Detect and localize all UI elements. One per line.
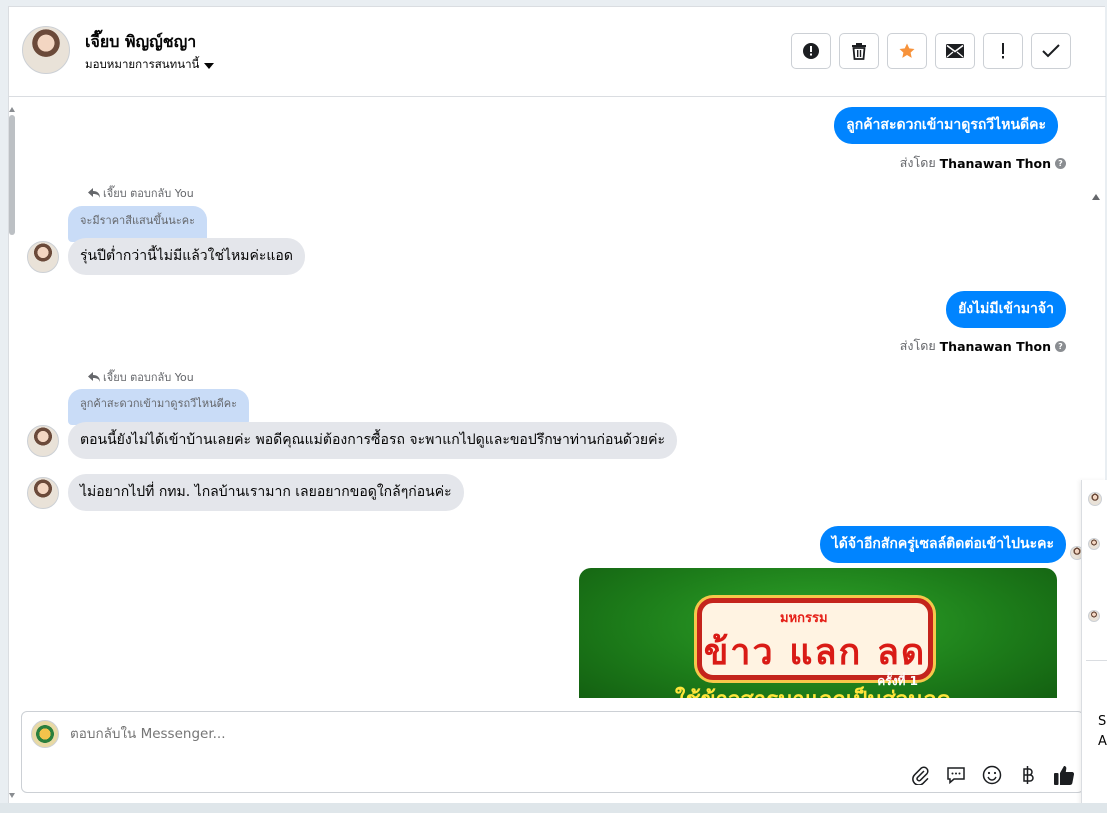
outgoing-message[interactable]: ได้จ้าอีกสักครู่เซลล์ติดต่อเข้าไปนะคะ: [819, 526, 1066, 563]
delete-button[interactable]: [839, 33, 879, 69]
side-avatar: [1088, 610, 1100, 622]
sent-by-prefix: ส่งโดย: [899, 338, 936, 353]
alert-circle-icon: [803, 43, 819, 59]
chat-bubble-icon: [947, 767, 965, 785]
bottom-bar: [0, 803, 1107, 813]
mark-spam-button[interactable]: [791, 33, 831, 69]
side-avatar: [1088, 538, 1100, 550]
messenger-inbox: เจี๊ยบ พิญญ์ชญา มอบหมายการสนทนานี้ ลูกค้…: [8, 6, 1106, 803]
contact-avatar[interactable]: [22, 26, 70, 74]
sent-by-label: ส่งโดย Thanawan Thon ?: [900, 153, 1066, 173]
promo-bottom-text: ใช้ข้าวสารมาแลกเป็นส่วนลด: [675, 682, 951, 698]
promo-image[interactable]: มหกรรม ข้าว แลก ลด ครั้งที่ 1 ใช้ข้าวสาร…: [579, 568, 1057, 698]
caret-down-icon: [204, 62, 215, 69]
reply-meta-text: เจี๊ยบ ตอบกลับ You: [103, 371, 194, 384]
payment-button[interactable]: [1017, 764, 1039, 786]
incoming-message[interactable]: รุ่นปีต่ำกว่านี้ไม่มีแล้วใช่ไหมค่ะแอด: [68, 238, 305, 275]
side-panel: Sc A: [1081, 480, 1107, 813]
reply-composer: [21, 711, 1084, 793]
assign-conversation-dropdown[interactable]: มอบหมายการสนทนานี้: [85, 56, 215, 74]
star-button[interactable]: [887, 33, 927, 69]
sender-name: Thanawan Thon: [939, 338, 1051, 354]
sent-by-prefix: ส่งโดย: [899, 155, 936, 170]
mark-done-button[interactable]: [1031, 33, 1071, 69]
incoming-message[interactable]: ตอนนี้ยังไม่ได้เข้าบ้านเลยค่ะ พอดีคุณแม่…: [68, 422, 677, 459]
reply-arrow-icon: [88, 372, 100, 382]
reply-arrow-icon: [88, 188, 100, 198]
chat-scroll-up-arrow[interactable]: [1092, 194, 1100, 200]
like-button[interactable]: [1053, 764, 1075, 786]
contact-avatar-small[interactable]: [27, 241, 59, 273]
paperclip-icon: [912, 766, 929, 785]
contact-avatar-small[interactable]: [27, 477, 59, 509]
attach-button[interactable]: [909, 764, 931, 786]
mail-icon: [946, 44, 964, 58]
reply-meta: เจี๊ยบ ตอบกลับ You: [87, 368, 194, 386]
contact-avatar-small[interactable]: [27, 425, 59, 457]
star-icon: [899, 43, 915, 58]
composer-tools: [909, 764, 1075, 786]
side-text: Sc: [1098, 714, 1107, 729]
follow-up-button[interactable]: [983, 33, 1023, 69]
assign-label: มอบหมายการสนทนานี้: [85, 57, 200, 71]
promo-sign: มหกรรม ข้าว แลก ลด ครั้งที่ 1: [697, 598, 933, 688]
page-avatar: [31, 720, 59, 748]
emoji-button[interactable]: [981, 764, 1003, 786]
sent-by-label: ส่งโดย Thanawan Thon ?: [900, 336, 1066, 356]
outgoing-message[interactable]: ยังไม่มีเข้ามาจ้า: [946, 291, 1066, 328]
trash-icon: [852, 43, 866, 60]
thumbs-up-icon: [1054, 766, 1075, 785]
message-thread[interactable]: ลูกค้าสะดวกเข้ามาดูรถวีไหนดีคะ ส่งโดย Th…: [9, 98, 1106, 698]
scroll-down-arrow[interactable]: [9, 793, 15, 798]
baht-icon: [1023, 766, 1034, 784]
contact-name[interactable]: เจี๊ยบ พิญญ์ชญา: [85, 30, 196, 55]
emoji-icon: [982, 765, 1002, 785]
quoted-message[interactable]: ลูกค้าสะดวกเข้ามาดูรถวีไหนดีคะ: [68, 389, 250, 425]
mark-unread-button[interactable]: [935, 33, 975, 69]
incoming-message[interactable]: ไม่อยากไปที่ กทม. ไกลบ้านเรามาก เลยอยากข…: [68, 474, 464, 511]
side-text: A: [1098, 734, 1107, 749]
reply-meta: เจี๊ยบ ตอบกลับ You: [87, 184, 194, 202]
exclamation-icon: [1002, 43, 1004, 59]
side-avatar: [1088, 492, 1102, 506]
side-divider: [1086, 660, 1107, 720]
reply-meta-text: เจี๊ยบ ตอบกลับ You: [103, 187, 194, 200]
message-input[interactable]: [70, 726, 870, 742]
help-icon[interactable]: ?: [1055, 340, 1066, 352]
header-actions: [791, 33, 1071, 69]
saved-replies-button[interactable]: [945, 764, 967, 786]
outgoing-message[interactable]: ลูกค้าสะดวกเข้ามาดูรถวีไหนดีคะ: [834, 107, 1058, 144]
quoted-message[interactable]: จะมีราคาสีแสนขึ้นนะคะ: [68, 206, 207, 242]
help-icon[interactable]: ?: [1055, 157, 1066, 169]
sender-name: Thanawan Thon: [939, 155, 1051, 171]
check-icon: [1042, 44, 1060, 58]
conversation-header: เจี๊ยบ พิญญ์ชญา มอบหมายการสนทนานี้: [9, 7, 1106, 97]
